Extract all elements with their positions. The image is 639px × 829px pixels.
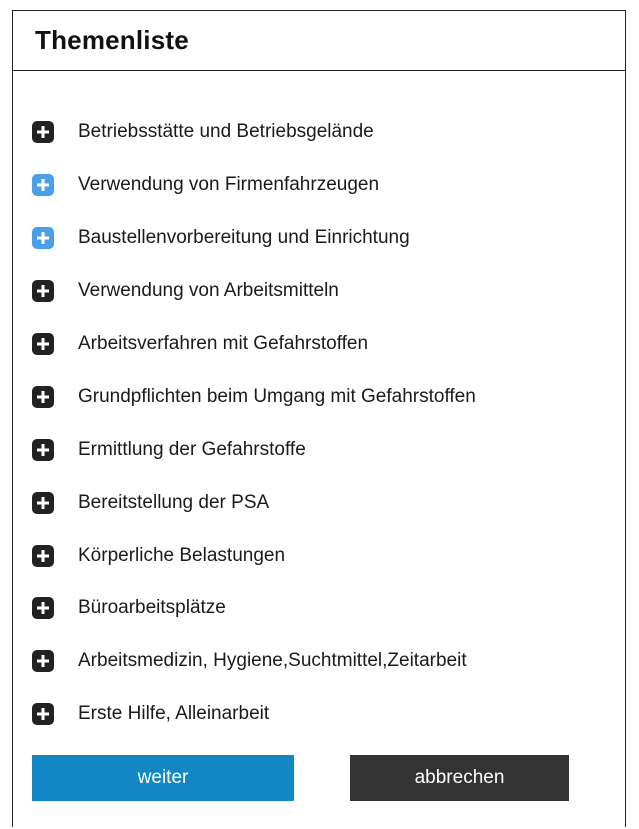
topic-label: Verwendung von Firmenfahrzeugen xyxy=(78,174,380,196)
topic-item-arbeitsmittel[interactable]: Verwendung von Arbeitsmitteln xyxy=(32,265,607,318)
topic-label: Grundpflichten beim Umgang mit Gefahrsto… xyxy=(78,385,476,407)
topic-item-koerperliche-belastungen[interactable]: Körperliche Belastungen xyxy=(32,529,607,582)
next-button[interactable]: weiter xyxy=(32,755,294,801)
topic-item-betriebsstaette[interactable]: Betriebsstätte und Betriebsgelände xyxy=(32,106,607,159)
dialog-header: Themenliste xyxy=(13,11,625,71)
plus-icon[interactable] xyxy=(32,544,54,567)
topic-item-bueroarbeitsplaetze[interactable]: Büroarbeitsplätze xyxy=(32,582,607,635)
topic-item-baustellenvorbereitung[interactable]: Baustellenvorbereitung und Einrichtung xyxy=(32,212,607,265)
plus-icon[interactable] xyxy=(32,121,54,144)
topic-label: Arbeitsverfahren mit Gefahrstoffen xyxy=(78,333,369,354)
topic-label: Körperliche Belastungen xyxy=(78,544,286,566)
topic-label: Baustellenvorbereitung und Einrichtung xyxy=(78,227,410,249)
topic-item-erste-hilfe[interactable]: Erste Hilfe, Alleinarbeit xyxy=(32,688,607,741)
plus-icon[interactable] xyxy=(32,280,54,303)
plus-icon[interactable] xyxy=(32,333,54,355)
topic-label: Betriebsstätte und Betriebsgelände xyxy=(78,121,374,143)
topic-label: Erste Hilfe, Alleinarbeit xyxy=(78,703,270,725)
topic-label: Arbeitsmedizin, Hygiene,Suchtmittel,Zeit… xyxy=(78,650,467,672)
plus-icon[interactable] xyxy=(32,597,54,620)
topic-item-psa[interactable]: Bereitstellung der PSA xyxy=(32,476,607,529)
topic-label: Verwendung von Arbeitsmitteln xyxy=(78,280,339,302)
plus-icon[interactable] xyxy=(32,385,54,408)
topic-item-arbeitsmedizin[interactable]: Arbeitsmedizin, Hygiene,Suchtmittel,Zeit… xyxy=(32,635,607,688)
topic-item-grundpflichten[interactable]: Grundpflichten beim Umgang mit Gefahrsto… xyxy=(32,370,607,423)
topic-item-ermittlung-gefahrstoffe[interactable]: Ermittlung der Gefahrstoffe xyxy=(32,423,607,476)
plus-icon[interactable] xyxy=(32,227,54,250)
topic-label: Ermittlung der Gefahrstoffe xyxy=(78,438,306,460)
cancel-button[interactable]: abbrechen xyxy=(350,755,569,801)
dialog-title: Themenliste xyxy=(35,25,189,55)
plus-icon[interactable] xyxy=(32,174,54,197)
plus-icon[interactable] xyxy=(32,650,54,673)
plus-icon[interactable] xyxy=(32,491,54,514)
topic-item-firmenfahrzeuge[interactable]: Verwendung von Firmenfahrzeugen xyxy=(32,159,607,212)
plus-icon[interactable] xyxy=(32,703,54,726)
topic-label: Bereitstellung der PSA xyxy=(78,491,270,513)
plus-icon[interactable] xyxy=(32,438,54,461)
topic-list: Betriebsstätte und Betriebsgelände Verwe… xyxy=(32,106,607,741)
topic-label: Büroarbeitsplätze xyxy=(78,597,226,619)
topic-item-arbeitsverfahren-gefahrstoffe[interactable]: Arbeitsverfahren mit Gefahrstoffen xyxy=(32,318,607,371)
